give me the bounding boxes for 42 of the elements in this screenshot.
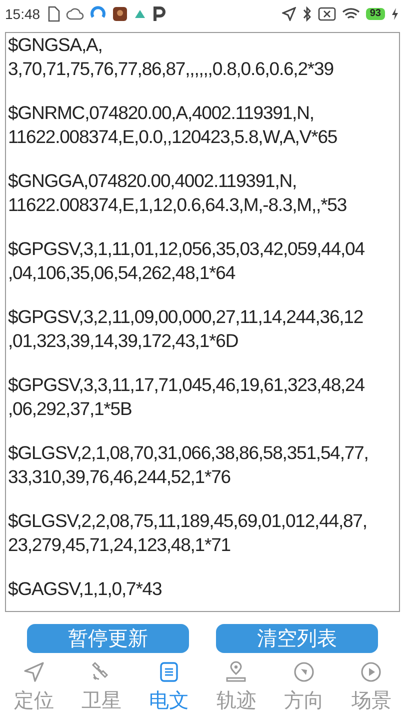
wifi-icon <box>342 7 360 21</box>
action-button[interactable]: 暂停更新 <box>27 624 189 653</box>
message-line: 3,70,71,75,76,77,86,87,,,,,,0.8,0.6,0.6,2*39 <box>8 57 334 81</box>
clock-time: 15:48 <box>5 6 40 22</box>
app-icon <box>112 6 128 22</box>
message-line: $GNRMC,074820.00,A,4002.119391,N, <box>8 101 314 125</box>
message-line: $GNGSA,A, <box>8 33 102 57</box>
location-arrow-icon <box>282 7 296 21</box>
battery-level: 93 <box>366 8 385 20</box>
map-pin-icon <box>225 661 248 683</box>
p-icon <box>152 6 166 22</box>
no-sim-icon <box>318 7 336 21</box>
nav-tab[interactable]: 方向 <box>274 661 334 714</box>
message-line: $GLGSV,2,2,08,75,11,189,45,69,01,012,44,87, <box>8 509 367 533</box>
message-line: 11622.008374,E,1,12,0.6,64.3,M,-8.3,M,,*53 <box>8 193 347 217</box>
message-line: 23,279,45,71,24,123,48,1*71 <box>8 533 230 557</box>
cloud-icon <box>66 8 84 20</box>
charging-icon <box>391 7 399 21</box>
nav-tab[interactable]: 轨迹 <box>206 661 266 714</box>
nav-tab[interactable]: 卫星 <box>71 661 132 714</box>
message-line: $GPGSV,3,2,11,09,00,000,27,11,14,244,36,12 <box>8 305 364 329</box>
play-icon <box>360 661 382 683</box>
message-line: $GNGGA,074820.00,4002.119391,N, <box>8 169 297 193</box>
nav-tab[interactable]: 电文 <box>138 661 199 714</box>
message-line: ,06,292,37,1*5B <box>8 397 132 421</box>
message-line: $GPGSV,3,3,11,17,71,045,46,19,61,323,48,24 <box>8 373 364 397</box>
message-line: $GPGSV,3,1,11,01,12,056,35,03,42,059,44,04 <box>8 237 364 261</box>
location-arrow-icon <box>22 661 45 683</box>
nav-tab[interactable]: 场景 <box>341 661 402 714</box>
bluetooth-icon <box>302 6 312 22</box>
message-line: $GLGSV,2,1,08,70,31,066,38,86,58,351,54,77, <box>8 441 368 465</box>
message-line: ,01,323,39,14,39,172,43,1*6D <box>8 329 238 353</box>
compass-icon <box>292 661 315 683</box>
sim-card-icon <box>46 6 60 22</box>
action-button[interactable]: 清空列表 <box>216 624 378 653</box>
nav-tab[interactable]: 定位 <box>4 661 64 714</box>
message-line: ,04,106,35,06,54,262,48,1*64 <box>8 261 236 285</box>
message-line: 11622.008374,E,0.0,,120423,5.8,W,A,V*65 <box>8 125 338 149</box>
triangle-icon <box>134 8 146 20</box>
message-line: $GAGSV,1,1,0,7*43 <box>8 577 162 601</box>
document-icon <box>158 661 180 683</box>
message-line: 33,310,39,76,46,244,52,1*76 <box>8 465 230 489</box>
